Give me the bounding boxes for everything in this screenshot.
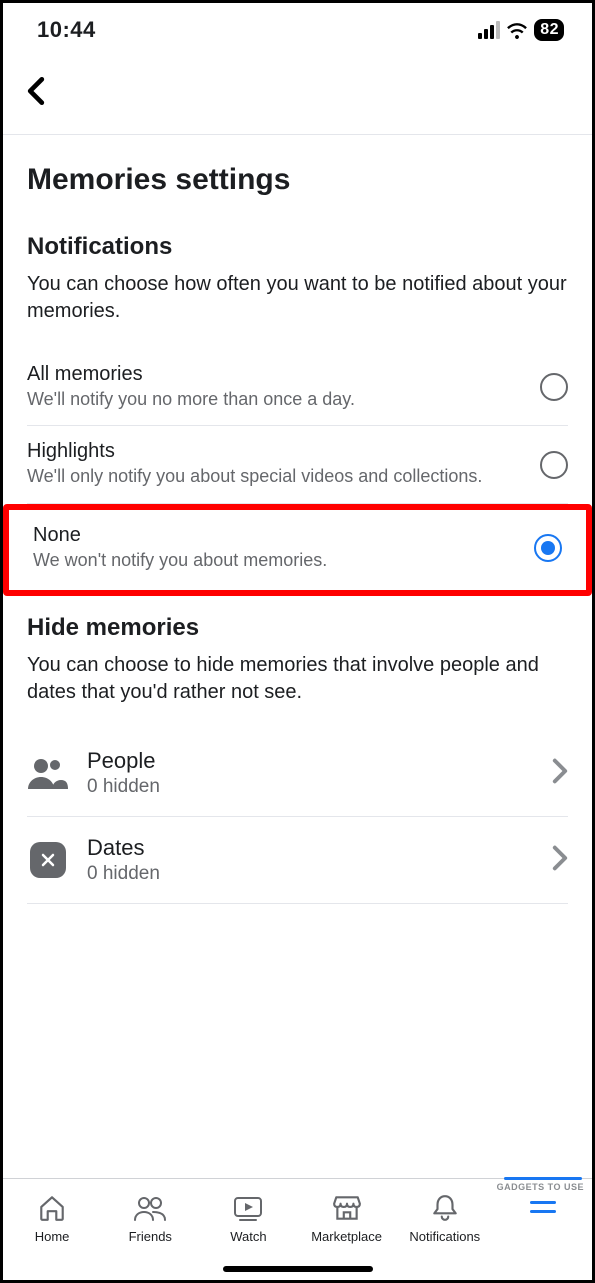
- hide-item-sub: 0 hidden: [87, 776, 534, 798]
- bell-icon: [431, 1193, 459, 1223]
- friends-icon: [133, 1193, 167, 1223]
- hide-heading: Hide memories: [27, 614, 568, 642]
- hide-item-title: People: [87, 748, 534, 774]
- option-all-memories[interactable]: All memories We'll notify you no more th…: [27, 349, 568, 426]
- tab-label: Marketplace: [311, 1229, 382, 1244]
- battery-icon: 82: [534, 19, 564, 41]
- option-highlights[interactable]: Highlights We'll only notify you about s…: [27, 426, 568, 503]
- tab-friends[interactable]: Friends: [101, 1179, 199, 1280]
- tab-bar: Home Friends Watch Marketplace Notificat…: [3, 1178, 592, 1280]
- option-sub: We'll only notify you about special vide…: [27, 465, 528, 488]
- hide-row-dates[interactable]: Dates 0 hidden: [27, 817, 568, 904]
- tab-watch[interactable]: Watch: [199, 1179, 297, 1280]
- nav-header: [3, 53, 592, 120]
- hide-item-title: Dates: [87, 835, 534, 861]
- tab-label: Watch: [230, 1229, 266, 1244]
- people-icon: [27, 752, 69, 794]
- dates-icon: [30, 842, 66, 878]
- wifi-icon: [506, 21, 528, 39]
- cellular-icon: [478, 21, 500, 39]
- option-none[interactable]: None We won't notify you about memories.: [27, 516, 568, 580]
- radio-selected[interactable]: [534, 534, 562, 562]
- home-indicator[interactable]: [223, 1266, 373, 1272]
- tab-marketplace[interactable]: Marketplace: [298, 1179, 396, 1280]
- option-sub: We'll notify you no more than once a day…: [27, 388, 528, 411]
- watermark: GADGETS TO USE: [497, 1182, 584, 1192]
- option-sub: We won't notify you about memories.: [33, 549, 522, 572]
- radio-unselected[interactable]: [540, 373, 568, 401]
- tab-label: Home: [35, 1229, 70, 1244]
- status-time: 10:44: [37, 17, 96, 43]
- tab-home[interactable]: Home: [3, 1179, 101, 1280]
- hide-desc: You can choose to hide memories that inv…: [27, 652, 568, 706]
- option-title: All memories: [27, 363, 528, 386]
- tab-label: Notifications: [409, 1229, 480, 1244]
- watch-icon: [232, 1193, 264, 1223]
- status-right: 82: [478, 19, 564, 41]
- page-title: Memories settings: [27, 163, 568, 197]
- option-title: Highlights: [27, 440, 528, 463]
- notifications-desc: You can choose how often you want to be …: [27, 271, 568, 325]
- chevron-right-icon: [552, 758, 568, 789]
- option-title: None: [33, 524, 522, 547]
- marketplace-icon: [332, 1193, 362, 1223]
- hide-row-people[interactable]: People 0 hidden: [27, 730, 568, 817]
- chevron-right-icon: [552, 845, 568, 876]
- tab-label: Friends: [129, 1229, 172, 1244]
- tab-notifications[interactable]: Notifications: [396, 1179, 494, 1280]
- hide-item-sub: 0 hidden: [87, 863, 534, 885]
- menu-icon: [530, 1193, 556, 1213]
- chevron-left-icon: [25, 77, 47, 105]
- home-icon: [37, 1193, 67, 1223]
- notifications-heading: Notifications: [27, 233, 568, 261]
- back-button[interactable]: [19, 71, 53, 114]
- radio-unselected[interactable]: [540, 451, 568, 479]
- tab-menu[interactable]: [494, 1179, 592, 1280]
- annotation-highlight: None We won't notify you about memories.: [3, 504, 592, 596]
- status-bar: 10:44 82: [3, 3, 592, 53]
- divider: [3, 134, 592, 135]
